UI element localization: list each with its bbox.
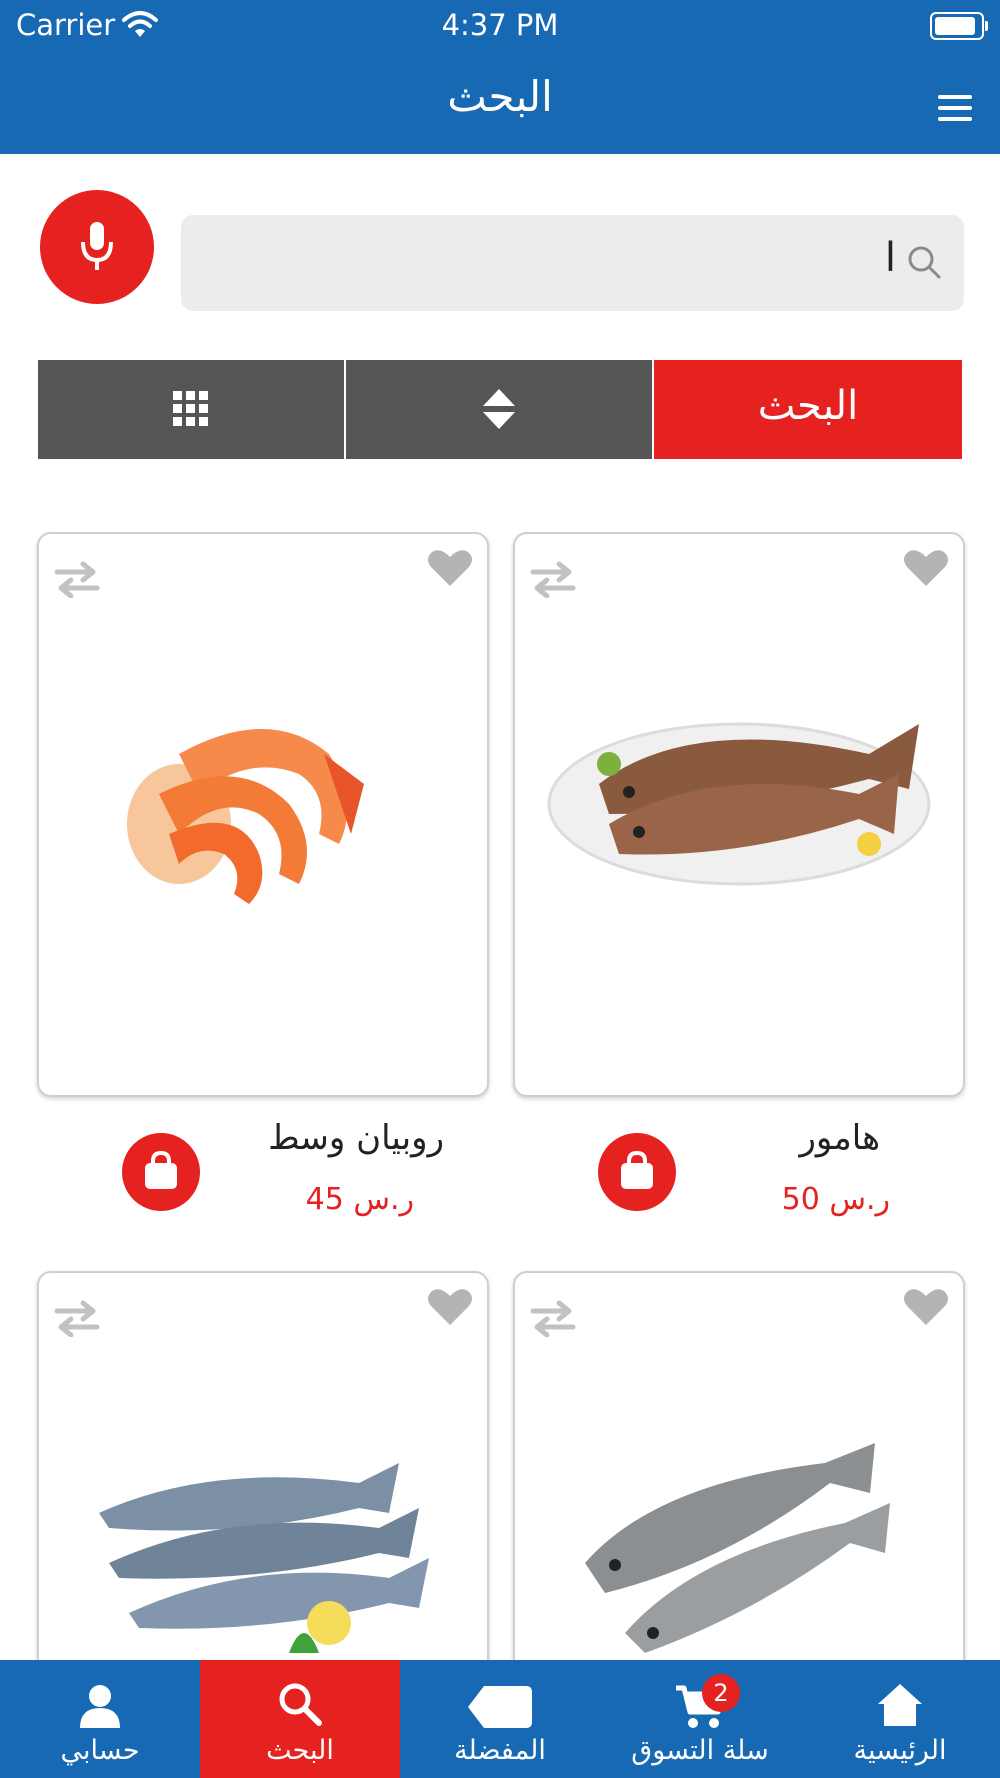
grid-view-button[interactable] <box>38 360 344 459</box>
tab-label: حسابي <box>60 1735 140 1766</box>
bottom-tab-bar: حسابي البحث المفضلة سلة التسوق الرئيسية <box>0 1660 1000 1778</box>
grid-view-icon <box>173 391 208 426</box>
tab-favorites[interactable]: المفضلة <box>400 1660 600 1778</box>
product-name[interactable]: هامور <box>676 1118 880 1158</box>
product-price: ر.س 50 <box>781 1182 890 1217</box>
tab-search[interactable]: البحث <box>200 1660 400 1778</box>
voice-search-button[interactable] <box>40 190 154 304</box>
tab-cart[interactable]: سلة التسوق <box>600 1660 800 1778</box>
filter-toolbar: البحث <box>38 360 962 459</box>
account-icon <box>80 1685 120 1728</box>
compare-icon[interactable] <box>529 1299 577 1337</box>
search-tab-button[interactable]: البحث <box>654 360 962 459</box>
home-icon <box>878 1684 922 1726</box>
shopping-bag-icon <box>621 1151 653 1189</box>
sort-icon <box>483 389 515 429</box>
favorite-heart-icon[interactable] <box>427 1287 473 1327</box>
page-title: البحث <box>447 72 553 121</box>
clock: 4:37 PM <box>441 8 559 42</box>
favorite-heart-icon[interactable] <box>903 1287 949 1327</box>
product-price: ر.س 45 <box>305 1182 414 1217</box>
battery-icon <box>930 12 988 40</box>
tab-home[interactable]: الرئيسية <box>800 1660 1000 1778</box>
compare-icon[interactable] <box>53 560 101 598</box>
tab-account[interactable]: حسابي <box>0 1660 200 1778</box>
cart-badge: 2 <box>702 1674 740 1712</box>
product-card[interactable] <box>37 1271 489 1695</box>
tab-label: المفضلة <box>454 1735 546 1766</box>
favorite-heart-icon[interactable] <box>903 548 949 588</box>
product-image-mackerel-fish <box>99 1463 429 1653</box>
microphone-icon <box>81 222 113 270</box>
compare-icon[interactable] <box>529 560 577 598</box>
shopping-bag-icon <box>145 1151 177 1189</box>
tag-icon <box>468 1686 532 1728</box>
product-card[interactable] <box>37 532 489 1097</box>
hamburger-menu-icon[interactable] <box>938 95 972 121</box>
tab-label: البحث <box>266 1735 334 1766</box>
search-icon <box>279 1683 322 1726</box>
product-image-grouper-fish <box>547 722 931 886</box>
tab-label: الرئيسية <box>853 1735 947 1766</box>
add-to-cart-button[interactable] <box>598 1133 676 1211</box>
search-icon <box>908 246 941 279</box>
app-header: Carrier 4:37 PM البحث <box>0 0 1000 154</box>
favorite-heart-icon[interactable] <box>427 548 473 588</box>
product-image-shrimp <box>127 729 364 904</box>
compare-icon[interactable] <box>53 1299 101 1337</box>
product-name[interactable]: روبيان وسط <box>200 1118 444 1158</box>
tab-label: سلة التسوق <box>631 1735 769 1766</box>
product-card[interactable] <box>513 1271 965 1695</box>
product-card[interactable] <box>513 532 965 1097</box>
sort-button[interactable] <box>346 360 652 459</box>
search-input-value: ا <box>884 235 896 281</box>
add-to-cart-button[interactable] <box>122 1133 200 1211</box>
search-input[interactable]: ا <box>181 215 964 311</box>
product-image-trout-fish <box>585 1443 890 1653</box>
